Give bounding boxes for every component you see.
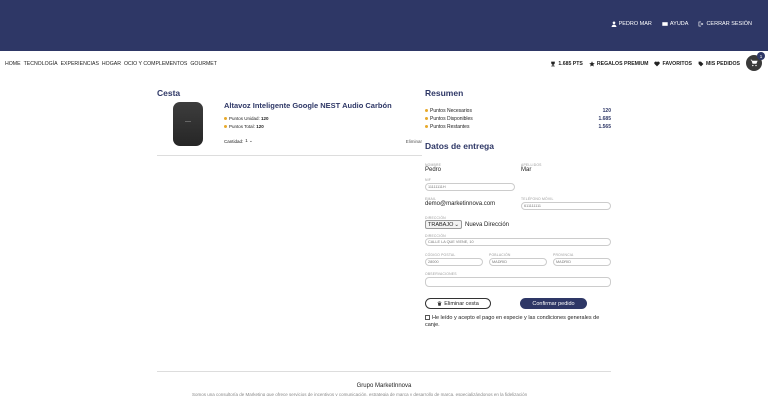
- observaciones-field[interactable]: [425, 277, 611, 287]
- summary-row: Puntos Restantes 1.565: [425, 123, 611, 131]
- menu-item-home[interactable]: HOME: [5, 61, 21, 67]
- remove-item-link[interactable]: Eliminar: [406, 139, 422, 144]
- footer-subtitle: Somos una consultoría de Marketing que o…: [192, 392, 528, 396]
- cesta-title: Cesta: [157, 88, 181, 98]
- poblacion-field[interactable]: MADRID: [489, 258, 547, 266]
- summary-row-label: Puntos Disponibles: [425, 116, 473, 122]
- premium-link[interactable]: REGALOS PREMIUM: [589, 61, 649, 67]
- provincia-label: PROVINCIA: [553, 253, 574, 257]
- new-address-link[interactable]: Nueva Dirección: [465, 222, 509, 228]
- apellidos-value: Mar: [521, 167, 532, 173]
- nif-field[interactable]: 11111111H: [425, 183, 515, 191]
- menu-item-ocio[interactable]: OCIO Y COMPLEMENTOS: [124, 61, 187, 67]
- heart-icon: [654, 61, 661, 67]
- summary-row-label: Puntos Necesarios: [425, 108, 472, 114]
- resumen-title: Resumen: [425, 88, 464, 98]
- cart-icon: [750, 59, 758, 67]
- menu-item-gourmet[interactable]: GOURMET: [190, 61, 217, 67]
- summary-value: 120: [602, 108, 611, 114]
- trophy-icon: [551, 61, 556, 67]
- summary-row: Puntos Disponibles 1.685: [425, 115, 611, 123]
- menu-item-experiencias[interactable]: EXPERIENCIAS: [61, 61, 99, 67]
- total-points-value: 120: [256, 124, 264, 129]
- summary-row: Puntos Necesarios 120: [425, 107, 611, 115]
- summary-list: Puntos Necesarios 120 Puntos Disponibles…: [425, 107, 611, 131]
- address-type-select[interactable]: TRABAJO ⌄: [425, 220, 462, 229]
- cp-label: CÓDIGO POSTAL: [425, 253, 456, 257]
- quantity-control: Cantidad: 1 ⌄: [224, 138, 253, 144]
- nombre-value: Pedro: [425, 167, 442, 173]
- product-image[interactable]: [173, 102, 203, 146]
- user-icon: [611, 21, 616, 27]
- user-nav: PEDRO MAR AYUDA CERRAR SESIÓN: [611, 21, 752, 27]
- nif-label: NIF: [425, 178, 432, 182]
- cp-field[interactable]: 28000: [425, 258, 483, 266]
- delete-cart-button[interactable]: Eliminar cesta: [425, 298, 491, 309]
- main-menu: HOME TECNOLOGÍA EXPERIENCIAS HOGAR OCIO …: [5, 61, 217, 67]
- mail-icon: [662, 22, 668, 26]
- bullet-icon: [425, 109, 428, 113]
- tag-icon: [698, 61, 704, 67]
- provincia-field[interactable]: MADRID: [553, 258, 611, 266]
- quantity-select[interactable]: 1 ⌄: [245, 138, 253, 144]
- delete-cart-label: Eliminar cesta: [444, 300, 479, 307]
- product-points: Puntos Unidad: 120 Puntos Total: 120: [224, 115, 269, 131]
- points-link[interactable]: 1.685 PTS: [550, 61, 583, 67]
- user-profile-link[interactable]: PEDRO MAR: [611, 21, 652, 27]
- logout-icon: [699, 21, 704, 27]
- direccion-field[interactable]: CALLE LA QUE VIENE, 10: [425, 238, 611, 246]
- right-menu: 1.685 PTS REGALOS PREMIUM FAVORITOS MIS …: [550, 61, 740, 67]
- quantity-value: 1: [245, 138, 248, 143]
- bullet-icon: [425, 125, 428, 129]
- help-label: AYUDA: [669, 21, 689, 27]
- telefono-label: TELÉFONO MÓVIL: [521, 197, 554, 201]
- telefono-field[interactable]: 611111111: [521, 202, 611, 210]
- address-selector: TRABAJO ⌄ Nueva Dirección: [425, 220, 509, 229]
- address-type-value: TRABAJO: [428, 221, 454, 228]
- footer-divider: [157, 371, 611, 372]
- user-name: PEDRO MAR: [618, 21, 652, 27]
- points-label: 1.685 PTS: [558, 61, 583, 67]
- summary-value: 1.565: [598, 124, 611, 130]
- bullet-icon: [425, 117, 428, 121]
- email-value: demo@marketinnova.com: [425, 201, 496, 207]
- unit-points-value: 120: [261, 116, 269, 121]
- poblacion-label: POBLACIÓN: [489, 253, 511, 257]
- logout-label: CERRAR SESIÓN: [706, 21, 752, 27]
- terms-agreement: He leído y acepto el pago en especie y l…: [425, 315, 611, 328]
- logout-link[interactable]: CERRAR SESIÓN: [698, 21, 752, 27]
- orders-link[interactable]: MIS PEDIDOS: [698, 61, 740, 67]
- premium-label: REGALOS PREMIUM: [596, 61, 649, 67]
- bullet-icon: [224, 125, 227, 129]
- summary-label: Puntos Disponibles: [430, 116, 473, 122]
- total-points-label: Puntos Total:: [229, 124, 255, 129]
- favorites-link[interactable]: FAVORITOS: [654, 61, 692, 67]
- chevron-down-icon: ⌄: [454, 221, 459, 228]
- observaciones-label: OBSERVACIONES: [425, 272, 457, 276]
- menu-item-tecnologia[interactable]: TECNOLOGÍA: [24, 61, 58, 67]
- unit-points-label: Puntos Unidad:: [229, 116, 260, 121]
- favorites-label: FAVORITOS: [662, 61, 692, 67]
- cart-count-badge: 1: [757, 52, 765, 60]
- chevron-down-icon: ⌄: [249, 138, 253, 143]
- help-link[interactable]: AYUDA: [662, 21, 689, 27]
- product-title[interactable]: Altavoz Inteligente Google NEST Audio Ca…: [224, 101, 392, 110]
- summary-value: 1.685: [598, 116, 611, 122]
- summary-row-label: Puntos Restantes: [425, 124, 469, 130]
- cart-item: Altavoz Inteligente Google NEST Audio Ca…: [157, 98, 422, 156]
- top-header: PEDRO MAR AYUDA CERRAR SESIÓN: [0, 0, 768, 51]
- entrega-title: Datos de entrega: [425, 141, 494, 151]
- bullet-icon: [224, 117, 227, 121]
- confirm-order-button[interactable]: Confirmar pedido: [520, 298, 587, 309]
- star-icon: [589, 61, 595, 67]
- quantity-label: Cantidad:: [224, 138, 244, 144]
- trash-icon: [437, 301, 442, 306]
- summary-label: Puntos Necesarios: [430, 108, 472, 114]
- terms-text: He leído y acepto el pago en especie y l…: [425, 315, 600, 328]
- menu-item-hogar[interactable]: HOGAR: [102, 61, 121, 67]
- orders-label: MIS PEDIDOS: [705, 61, 740, 67]
- terms-checkbox[interactable]: [425, 315, 430, 321]
- summary-label: Puntos Restantes: [430, 124, 470, 130]
- footer-title: Grupo MarketInnova: [356, 383, 412, 389]
